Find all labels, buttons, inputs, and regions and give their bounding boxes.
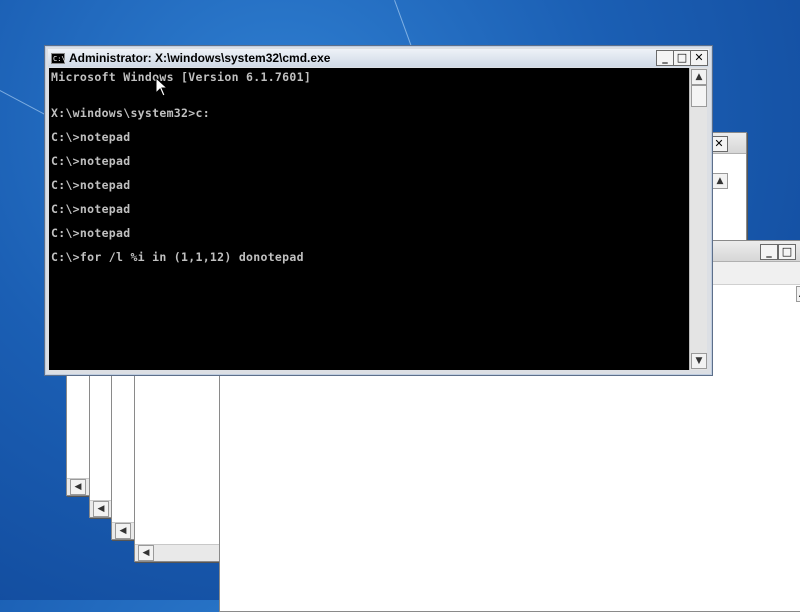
maximize-icon[interactable]: □	[778, 244, 796, 260]
maximize-button[interactable]: □	[673, 50, 691, 66]
console-line: C:\>for /l %i in (1,1,12) donotepad	[51, 250, 304, 264]
console-line: C:\>notepad	[51, 178, 131, 192]
minimize-button[interactable]: _	[656, 50, 674, 66]
console-line: C:\>notepad	[51, 202, 131, 216]
scroll-up-icon[interactable]: ▲	[796, 286, 800, 302]
scroll-left-icon[interactable]: ◀	[115, 523, 131, 539]
scroll-left-icon[interactable]: ◀	[93, 501, 109, 517]
minimize-icon[interactable]: _	[760, 244, 778, 260]
close-button[interactable]: ✕	[690, 50, 708, 66]
scroll-left-icon[interactable]: ◀	[138, 545, 154, 561]
mouse-cursor-icon	[155, 77, 169, 97]
window-title: Administrator: X:\windows\system32\cmd.e…	[69, 51, 331, 65]
scroll-left-icon[interactable]: ◀	[70, 479, 86, 495]
cmd-window[interactable]: C:\ Administrator: X:\windows\system32\c…	[44, 45, 713, 376]
scroll-up-icon[interactable]: ▲	[691, 69, 707, 85]
console-line: C:\>notepad	[51, 226, 131, 240]
title-bar[interactable]: C:\ Administrator: X:\windows\system32\c…	[48, 49, 709, 67]
console-line: C:\>notepad	[51, 154, 131, 168]
vertical-scrollbar[interactable]: ▲ ▼	[689, 68, 707, 370]
console-line: C:\>notepad	[51, 130, 131, 144]
console-line: X:\windows\system32>c:	[51, 106, 210, 120]
scroll-thumb[interactable]	[691, 85, 707, 107]
console-line: Microsoft Windows [Version 6.1.7601]	[51, 70, 312, 84]
console-output[interactable]: Microsoft Windows [Version 6.1.7601] X:\…	[49, 68, 689, 370]
cmd-icon: C:\	[51, 52, 66, 64]
scroll-down-icon[interactable]: ▼	[691, 353, 707, 369]
scroll-up-icon[interactable]: ▲	[712, 173, 728, 189]
